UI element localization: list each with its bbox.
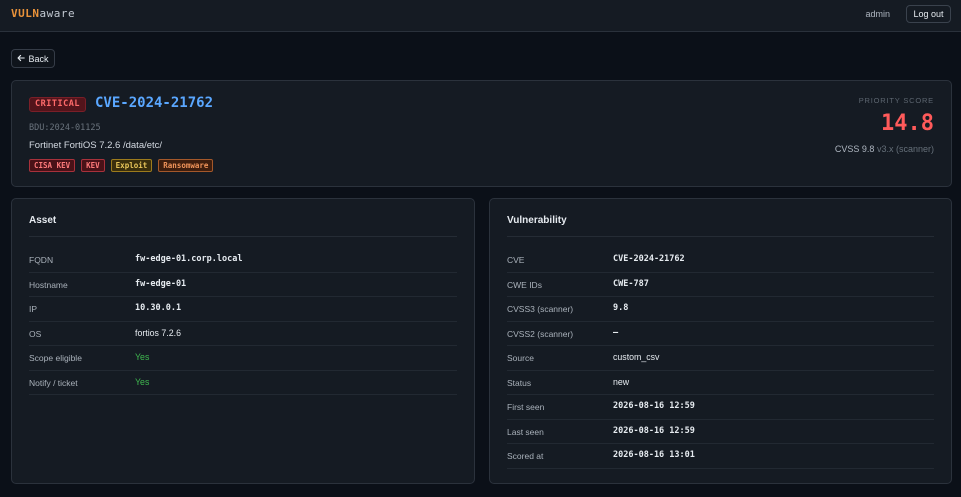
vulnerability-summary-card: CRITICAL CVE-2024-21762 BDU:2024-01125 F… xyxy=(11,80,952,187)
bdu-id: BDU:2024-01125 xyxy=(29,123,101,133)
priority-score-label: PRIORITY SCORE xyxy=(858,96,934,105)
cvss-score: CVSS 9.8 xyxy=(834,144,875,154)
detail-label: Scored at xyxy=(507,451,544,461)
detail-label: Scope eligible xyxy=(29,353,82,363)
detail-row-status: Status new xyxy=(507,371,934,395)
detail-value: fw-edge-01.corp.local xyxy=(135,254,243,264)
detail-label: OS xyxy=(29,328,42,339)
detail-value: 10.30.0.1 xyxy=(135,303,182,313)
detail-row-last-seen: Last seen 2026-08-16 12:59 xyxy=(507,420,934,444)
vulnerability-panel-title: Vulnerability xyxy=(507,215,567,226)
tag-list: CISA KEV KEV Exploit Ransomware xyxy=(29,159,214,172)
detail-label: Notify / ticket xyxy=(29,377,78,388)
detail-value: fw-edge-01 xyxy=(135,278,187,289)
current-user: admin xyxy=(865,9,890,19)
detail-row-ip: IP 10.30.0.1 xyxy=(29,297,457,322)
priority-score-value: 14.8 xyxy=(881,111,934,136)
detail-value: 9.8 xyxy=(613,303,629,313)
detail-row-scope-eligible: Scope eligible Yes xyxy=(29,346,457,371)
back-button[interactable]: Back xyxy=(11,49,55,68)
detail-value: CVE-2024-21762 xyxy=(613,254,685,264)
tag-cisa-kev: CISA KEV xyxy=(29,159,76,172)
detail-label: Hostname xyxy=(29,279,68,290)
detail-row-scored-at: Scored at 2026-08-16 13:01 xyxy=(507,444,934,469)
detail-row-os: OS fortios 7.2.6 xyxy=(29,322,457,346)
detail-row-first-seen: First seen 2026-08-16 12:59 xyxy=(507,395,934,420)
detail-row-cvss3: CVSS3 (scanner) 9.8 xyxy=(507,297,934,322)
brand-part-2: aware xyxy=(39,7,76,20)
detail-value: 2026-08-16 12:59 xyxy=(613,425,695,436)
detail-value: Yes xyxy=(135,376,150,387)
asset-panel-title: Asset xyxy=(29,215,57,226)
arrow-left-icon xyxy=(17,54,26,64)
detail-row-cve: CVE CVE-2024-21762 xyxy=(507,248,934,273)
detail-value: new xyxy=(613,376,630,387)
detail-row-cwe: CWE IDs CWE-787 xyxy=(507,273,934,297)
divider xyxy=(29,236,457,237)
top-bar: VULNaware admin Log out xyxy=(0,0,961,32)
cve-title[interactable]: CVE-2024-21762 xyxy=(95,95,213,111)
detail-value: — xyxy=(613,327,619,338)
detail-row-source: Source custom_csv xyxy=(507,346,934,371)
detail-value: 2026-08-16 12:59 xyxy=(613,401,695,411)
detail-label: CWE IDs xyxy=(507,279,542,290)
asset-panel: Asset FQDN fw-edge-01.corp.local Hostnam… xyxy=(11,198,475,484)
detail-label: CVSS2 (scanner) xyxy=(507,328,574,339)
detail-value: fortios 7.2.6 xyxy=(135,327,181,338)
detail-label: First seen xyxy=(507,402,545,412)
asset-details: FQDN fw-edge-01.corp.local Hostname fw-e… xyxy=(29,248,457,395)
detail-label: CVSS3 (scanner) xyxy=(507,304,574,314)
brand-logo[interactable]: VULNaware xyxy=(11,7,75,20)
detail-label: IP xyxy=(29,304,38,314)
detail-label: CVE xyxy=(507,255,525,265)
product-path: Fortinet FortiOS 7.2.6 /data/etc/ xyxy=(29,140,163,151)
detail-row-notify-ticket: Notify / ticket Yes xyxy=(29,371,457,395)
vulnerability-panel: Vulnerability CVE CVE-2024-21762 CWE IDs… xyxy=(489,198,952,484)
detail-value: CWE-787 xyxy=(613,278,649,289)
back-label: Back xyxy=(28,53,49,64)
cvss-summary: CVSS 9.8 v3.x (scanner) xyxy=(835,144,934,154)
detail-label: Status xyxy=(507,377,532,388)
detail-label: Source xyxy=(507,353,534,363)
brand-part-1: VULN xyxy=(11,7,40,20)
tag-kev: KEV xyxy=(81,159,105,172)
logout-button[interactable]: Log out xyxy=(906,5,951,23)
detail-row-hostname: Hostname fw-edge-01 xyxy=(29,273,457,297)
detail-label: FQDN xyxy=(29,255,54,265)
cvss-source: v3.x (scanner) xyxy=(876,144,934,154)
severity-badge: CRITICAL xyxy=(29,97,86,112)
tag-exploit: Exploit xyxy=(110,159,153,172)
detail-value: custom_csv xyxy=(613,352,660,362)
detail-label: Last seen xyxy=(507,426,544,437)
divider xyxy=(507,236,934,237)
detail-value: 2026-08-16 13:01 xyxy=(613,450,695,460)
detail-value: Yes xyxy=(135,352,150,362)
vulnerability-details: CVE CVE-2024-21762 CWE IDs CWE-787 CVSS3… xyxy=(507,248,934,469)
tag-ransomware: Ransomware xyxy=(158,159,214,172)
detail-row-fqdn: FQDN fw-edge-01.corp.local xyxy=(29,248,457,273)
detail-row-cvss2: CVSS2 (scanner) — xyxy=(507,322,934,346)
